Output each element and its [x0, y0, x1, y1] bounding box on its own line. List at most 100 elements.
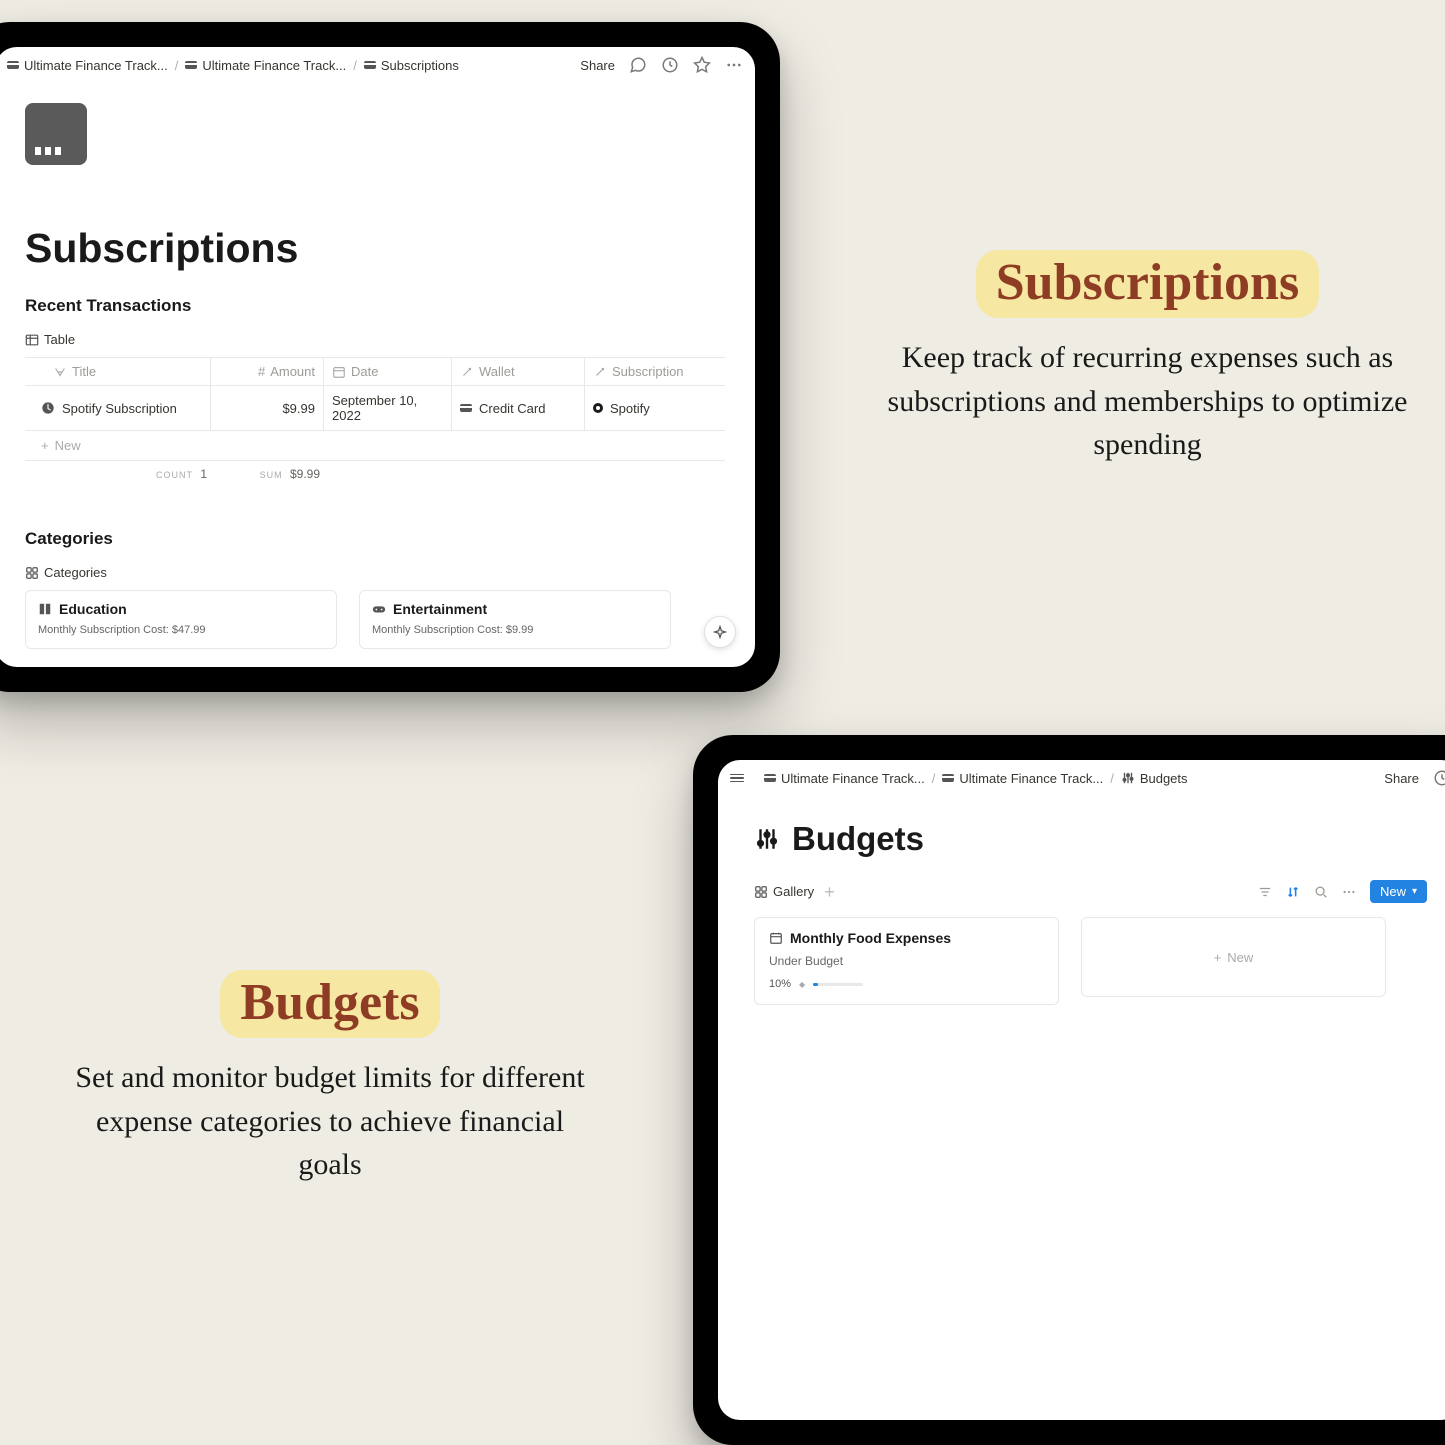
more-icon[interactable]: [725, 56, 743, 74]
progress-bar: [813, 983, 863, 986]
breadcrumb-separator: /: [353, 58, 357, 73]
category-card-education[interactable]: Education Monthly Subscription Cost: $47…: [25, 590, 337, 649]
sort-icon[interactable]: [1286, 884, 1302, 900]
new-button-label: New: [1380, 884, 1406, 899]
page-content: Subscriptions Recent Transactions Table …: [0, 83, 755, 667]
sum-label: SUM: [260, 470, 283, 480]
cell-amount: $9.99: [211, 386, 324, 430]
col-subscription[interactable]: Subscription: [585, 358, 725, 385]
screen: Ultimate Finance Track... / Ultimate Fin…: [0, 47, 755, 667]
breadcrumb-separator: /: [932, 771, 936, 786]
table-head: Title # Amount Date Wallet: [25, 358, 725, 386]
promo-budgets: Budgets Set and monitor budget limits fo…: [65, 970, 595, 1187]
col-label: Subscription: [612, 364, 684, 379]
page-icon-credit-card[interactable]: [25, 103, 87, 165]
new-button[interactable]: New ▾: [1370, 880, 1427, 903]
view-tab-gallery[interactable]: Gallery: [754, 884, 814, 899]
hash-icon: #: [258, 364, 265, 379]
view-tab-label: Gallery: [773, 884, 814, 899]
card-icon: [764, 774, 776, 782]
new-budget-card[interactable]: + New: [1081, 917, 1386, 997]
menu-icon[interactable]: [730, 771, 744, 785]
breadcrumb-label: Budgets: [1140, 771, 1188, 786]
progress-fill: [813, 983, 818, 986]
promo-subscriptions: Subscriptions Keep track of recurring ex…: [880, 250, 1415, 467]
card-icon: [460, 404, 472, 412]
cell-value: Spotify Subscription: [62, 401, 177, 416]
cell-wallet: Credit Card: [452, 386, 585, 430]
topbar: Ultimate Finance Track... / Ultimate Fin…: [718, 760, 1445, 796]
promo-title: Subscriptions: [976, 250, 1319, 318]
count-label: COUNT: [156, 470, 193, 480]
tablet-device-subscriptions: Ultimate Finance Track... / Ultimate Fin…: [0, 22, 780, 692]
star-icon[interactable]: [693, 56, 711, 74]
page-title: Budgets: [792, 820, 924, 858]
breadcrumb-item[interactable]: Ultimate Finance Track...: [185, 58, 346, 73]
comment-icon[interactable]: [629, 56, 647, 74]
category-cards: Education Monthly Subscription Cost: $47…: [25, 590, 725, 649]
col-title[interactable]: Title: [25, 358, 211, 385]
cell-value: Credit Card: [479, 401, 545, 416]
breadcrumb-item[interactable]: Ultimate Finance Track...: [942, 771, 1103, 786]
budget-status: Under Budget: [769, 954, 1044, 968]
plus-icon: +: [41, 438, 49, 453]
breadcrumb-label: Ultimate Finance Track...: [959, 771, 1103, 786]
breadcrumb-label: Ultimate Finance Track...: [24, 58, 168, 73]
sum-value: $9.99: [290, 467, 320, 481]
share-button[interactable]: Share: [580, 58, 615, 73]
view-tab-table[interactable]: Table: [25, 332, 75, 347]
breadcrumb-separator: /: [175, 58, 179, 73]
fab-button[interactable]: [704, 616, 736, 648]
col-wallet[interactable]: Wallet: [452, 358, 585, 385]
view-tabs: Table: [25, 332, 725, 347]
count-value: 1: [200, 467, 207, 481]
view-tab-categories[interactable]: Categories: [25, 565, 107, 580]
budget-card[interactable]: Monthly Food Expenses Under Budget 10% ◆: [754, 917, 1059, 1005]
view-tabs: Gallery +: [754, 880, 1427, 903]
table-footer: COUNT 1 SUM $9.99: [25, 461, 725, 487]
promo-body: Set and monitor budget limits for differ…: [65, 1056, 595, 1187]
new-row-button[interactable]: + New: [25, 431, 725, 461]
view-tab-label: Table: [44, 332, 75, 347]
breadcrumb: Ultimate Finance Track... / Ultimate Fin…: [7, 58, 580, 73]
cell-subscription: Spotify: [585, 386, 725, 430]
more-icon[interactable]: [1342, 884, 1358, 900]
progress-percent: 10%: [769, 978, 791, 990]
clock-icon[interactable]: [661, 56, 679, 74]
breadcrumb-label: Ultimate Finance Track...: [202, 58, 346, 73]
table-row[interactable]: Spotify Subscription $9.99 September 10,…: [25, 386, 725, 431]
card-subtitle: Monthly Subscription Cost: $47.99: [38, 624, 324, 636]
breadcrumb-item[interactable]: Ultimate Finance Track...: [764, 771, 925, 786]
breadcrumb-item[interactable]: Budgets: [1121, 771, 1188, 786]
card-subtitle: Monthly Subscription Cost: $9.99: [372, 624, 658, 636]
breadcrumb-label: Ultimate Finance Track...: [781, 771, 925, 786]
transactions-table: Title # Amount Date Wallet: [25, 357, 725, 487]
budget-card-title: Monthly Food Expenses: [790, 930, 951, 946]
tablet-device-budgets: Ultimate Finance Track... / Ultimate Fin…: [693, 735, 1445, 1445]
col-amount[interactable]: # Amount: [211, 358, 324, 385]
promo-title: Budgets: [220, 970, 439, 1038]
topbar-actions: Share: [1384, 769, 1445, 787]
page-title: Subscriptions: [25, 225, 725, 272]
add-view-button[interactable]: +: [824, 883, 835, 901]
progress-dot: ◆: [799, 980, 805, 989]
page-content: Budgets Gallery +: [718, 796, 1445, 1420]
new-row-label: New: [55, 438, 81, 453]
card-icon: [7, 61, 19, 69]
breadcrumb-separator: /: [1110, 771, 1114, 786]
breadcrumb-item[interactable]: Ultimate Finance Track...: [7, 58, 168, 73]
search-icon[interactable]: [1314, 884, 1330, 900]
clock-icon[interactable]: [1433, 769, 1445, 787]
cell-title: Spotify Subscription: [25, 386, 211, 430]
category-card-entertainment[interactable]: Entertainment Monthly Subscription Cost:…: [359, 590, 671, 649]
card-icon: [942, 774, 954, 782]
breadcrumb-item[interactable]: Subscriptions: [364, 58, 459, 73]
view-actions: New ▾: [1258, 880, 1427, 903]
col-date[interactable]: Date: [324, 358, 452, 385]
filter-icon[interactable]: [1258, 884, 1274, 900]
section-title-recent: Recent Transactions: [25, 296, 725, 316]
breadcrumb: Ultimate Finance Track... / Ultimate Fin…: [730, 771, 1384, 786]
spotify-icon: [593, 403, 603, 413]
cell-date: September 10, 2022: [324, 386, 452, 430]
share-button[interactable]: Share: [1384, 771, 1419, 786]
